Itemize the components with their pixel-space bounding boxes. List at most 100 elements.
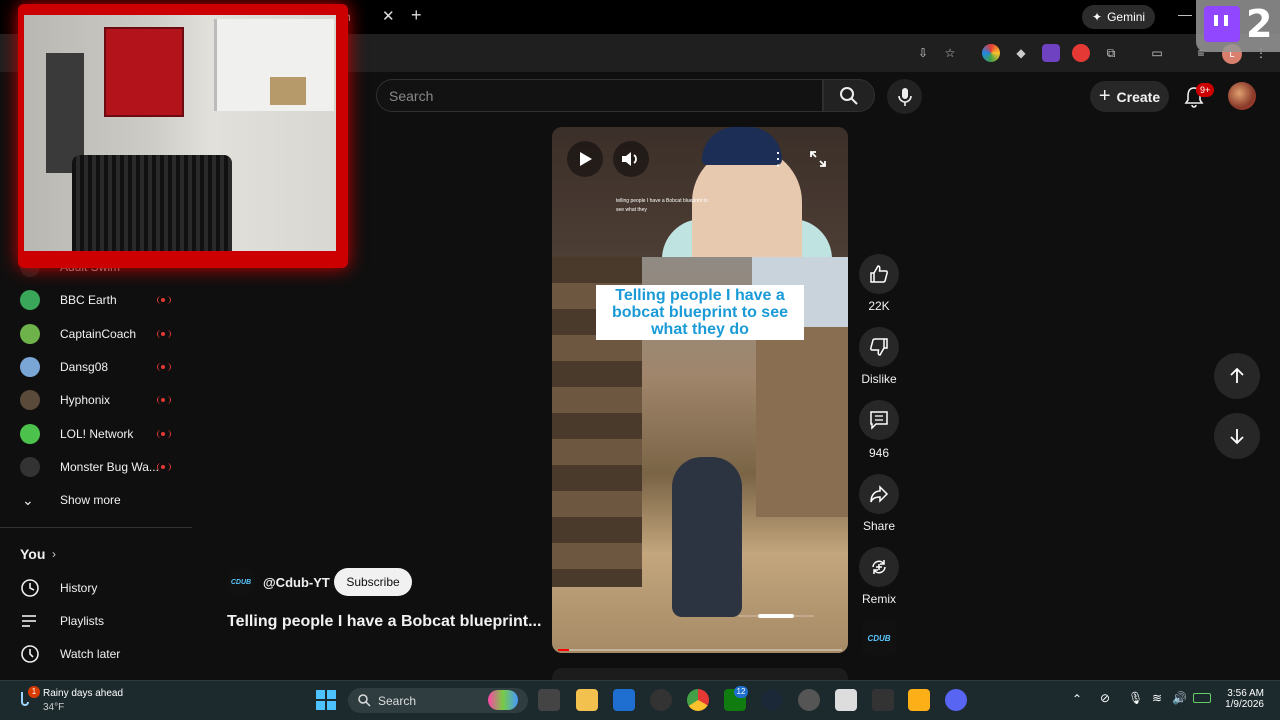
progress-bar[interactable] <box>558 649 842 651</box>
microsoft-store-icon[interactable] <box>613 689 635 711</box>
plus-icon: + <box>1098 85 1111 107</box>
channel-handle[interactable]: @Cdub-YT <box>263 575 330 590</box>
video-overlay-text: Telling people I have a bobcat blueprint… <box>596 285 804 340</box>
weather-text[interactable]: Rainy days ahead <box>43 688 123 699</box>
watch-later-icon <box>20 644 40 669</box>
search-box[interactable] <box>376 79 823 112</box>
sidebar-item-playlists[interactable]: Playlists <box>0 604 192 638</box>
sidebar-item-subscription[interactable]: LOL! Network <box>0 417 192 451</box>
new-tab-icon[interactable]: + <box>411 5 422 26</box>
comment-count: 946 <box>868 446 890 460</box>
play-button[interactable] <box>567 141 603 177</box>
voice-search-button[interactable] <box>887 79 922 114</box>
network-off-icon[interactable]: ⊘ <box>1100 691 1110 705</box>
search-input[interactable] <box>377 80 822 111</box>
more-vert-icon: ⋮ <box>769 148 787 169</box>
next-short-preview[interactable] <box>552 668 848 680</box>
sidebar-item-subscription[interactable]: BBC Earth <box>0 283 192 317</box>
taskbar-search-icon <box>358 694 371 707</box>
obs-icon[interactable] <box>650 689 672 711</box>
sidebar-item-subscription[interactable]: Hyphonix <box>0 383 192 417</box>
sidebar-item-subscription[interactable]: CaptainCoach <box>0 317 192 351</box>
tab-close-icon[interactable]: ✕ <box>382 7 395 25</box>
search-highlight-icon <box>488 690 518 710</box>
previous-short-button[interactable] <box>1214 353 1260 399</box>
scrub-handle[interactable] <box>738 613 814 619</box>
expand-icon <box>810 151 826 167</box>
bookmark-star-icon[interactable]: ☆ <box>941 44 959 62</box>
microphone-tray-icon[interactable]: 🎙 <box>1128 691 1143 705</box>
windows-taskbar <box>0 680 1280 720</box>
live-indicator-icon <box>157 330 171 338</box>
search-button[interactable] <box>823 79 875 112</box>
steam-icon[interactable] <box>761 689 783 711</box>
next-short-button[interactable] <box>1214 413 1260 459</box>
minimize-icon[interactable]: — <box>1178 6 1192 22</box>
share-label: Share <box>862 519 896 533</box>
playlists-icon <box>20 611 40 636</box>
windows-start-icon[interactable] <box>316 690 336 710</box>
monster-bug-wars-icon <box>20 457 40 477</box>
tab-search-icon[interactable]: ▭ <box>1148 44 1166 62</box>
account-avatar[interactable] <box>1228 82 1256 110</box>
extensions-puzzle-icon[interactable]: ⧉ <box>1102 44 1120 62</box>
red-extension-icon[interactable] <box>1072 44 1090 62</box>
rockstar-icon[interactable] <box>908 689 930 711</box>
fullscreen-button[interactable] <box>800 141 836 177</box>
taskbar-search[interactable]: Search <box>348 688 528 713</box>
arrow-down-icon <box>1230 429 1244 445</box>
show-more-button[interactable]: ⌄ Show more <box>0 483 192 517</box>
microphone-icon <box>897 87 912 106</box>
battery-icon[interactable] <box>1193 693 1211 703</box>
live-indicator-icon <box>157 396 171 404</box>
chevron-right-icon[interactable]: › <box>52 547 56 561</box>
tray-chevron-icon[interactable]: ⌃ <box>1072 692 1082 706</box>
sidebar-item-label: History <box>60 581 98 595</box>
epic-games-icon[interactable] <box>872 689 894 711</box>
sidebar-item-watch-later[interactable]: Watch later <box>0 637 192 671</box>
task-view-icon[interactable] <box>538 689 560 711</box>
progress-bar-fill <box>558 649 570 651</box>
subscribe-button[interactable]: Subscribe <box>334 568 412 596</box>
weather-temp: 34°F <box>43 702 65 713</box>
thumbs-up-icon <box>870 265 888 283</box>
shorts-player[interactable]: telling people I have a Bobcat blueprint… <box>552 127 848 653</box>
clock-date[interactable]: 1/9/2026 <box>1210 699 1264 710</box>
comment-icon <box>870 411 888 430</box>
sidebar-item-subscription[interactable]: Monster Bug Wa... <box>0 450 192 484</box>
file-explorer-icon[interactable] <box>576 689 598 711</box>
twitch-extension-icon[interactable] <box>1042 44 1060 62</box>
2k-launcher-icon[interactable] <box>835 689 857 711</box>
gemini-button[interactable]: ✦ Gemini <box>1082 5 1156 29</box>
comments-button[interactable] <box>859 400 899 440</box>
ubisoft-icon[interactable] <box>798 689 820 711</box>
channel-logo-thumb[interactable]: CDUB <box>862 621 896 655</box>
diamond-extension-icon[interactable]: ◆ <box>1012 44 1030 62</box>
like-button[interactable] <box>859 254 899 294</box>
color-extension-icon[interactable] <box>982 44 1000 62</box>
create-button[interactable]: + Create <box>1090 81 1169 112</box>
volume-icon <box>622 152 637 166</box>
sidebar-item-subscription[interactable]: Dansg08 <box>0 350 192 384</box>
sidebar-item-history[interactable]: History <box>0 571 192 605</box>
dislike-button[interactable] <box>859 327 899 367</box>
clock-time[interactable]: 3:56 AM <box>1210 688 1264 699</box>
install-app-icon[interactable]: ⇩ <box>914 44 932 62</box>
video-title[interactable]: Telling people I have a Bobcat blueprint… <box>227 613 541 631</box>
bbc-earth-icon <box>20 290 40 310</box>
discord-icon[interactable] <box>945 689 967 711</box>
volume-button[interactable] <box>613 141 649 177</box>
more-options-button[interactable]: ⋮ <box>760 141 796 177</box>
channel-avatar[interactable]: CDUB <box>227 568 255 596</box>
thumbs-down-icon <box>870 338 888 356</box>
remix-button[interactable] <box>859 547 899 587</box>
sidebar-item-label: Monster Bug Wa... <box>60 460 159 474</box>
volume-tray-icon[interactable]: 🔊 <box>1172 691 1187 705</box>
you-section-title[interactable]: You <box>20 546 45 562</box>
gemini-label: Gemini <box>1107 10 1146 24</box>
wifi-icon[interactable]: ≋ <box>1152 691 1162 705</box>
sidebar-item-label: Watch later <box>60 647 121 661</box>
share-button[interactable] <box>859 474 899 514</box>
play-icon <box>580 152 592 166</box>
chrome-icon[interactable] <box>687 689 709 711</box>
